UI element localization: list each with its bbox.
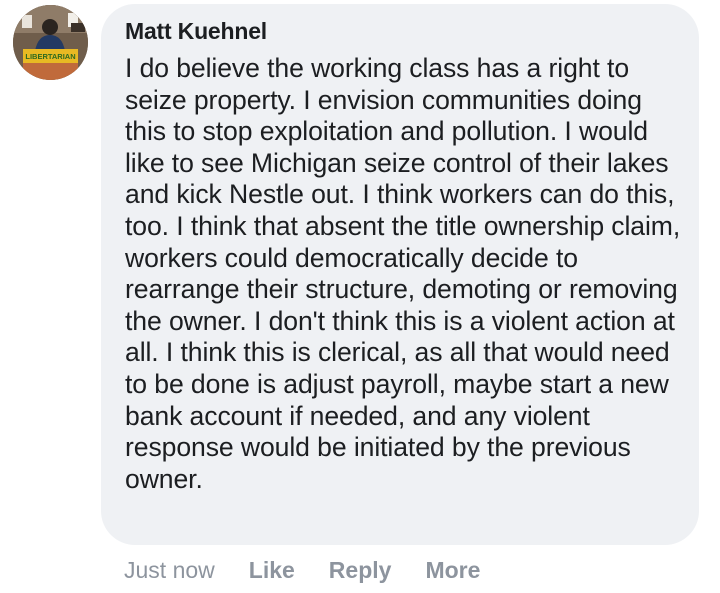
comment-bubble: Matt Kuehnel I do believe the working cl… — [101, 4, 699, 545]
profile-photo: LIBERTARIAN — [13, 5, 88, 80]
more-button[interactable]: More — [425, 557, 480, 584]
comment-author[interactable]: Matt Kuehnel — [125, 18, 267, 45]
comment-text: I do believe the working class has a rig… — [125, 53, 681, 494]
comment-actions: Just now Like Reply More — [124, 553, 480, 587]
like-button[interactable]: Like — [249, 557, 295, 584]
comment-timestamp[interactable]: Just now — [124, 557, 215, 584]
reply-button[interactable]: Reply — [329, 557, 392, 584]
avatar[interactable]: LIBERTARIAN — [13, 5, 88, 80]
avatar-banner-text: LIBERTARIAN — [25, 52, 75, 61]
